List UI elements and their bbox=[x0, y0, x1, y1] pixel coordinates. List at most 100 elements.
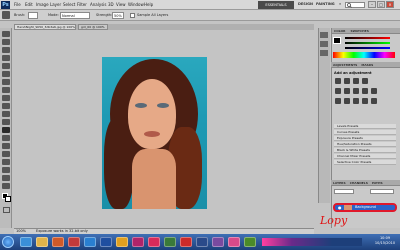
current-tool-icon[interactable] bbox=[2, 11, 10, 19]
workspace-painting-button[interactable]: PAINTING bbox=[316, 2, 335, 6]
preset-channel-mixer[interactable]: Channel Mixer Presets bbox=[334, 154, 396, 159]
blue-slider[interactable] bbox=[345, 47, 390, 49]
curves-icon[interactable] bbox=[353, 78, 359, 84]
close-button[interactable]: × bbox=[386, 1, 394, 8]
preset-selective-color[interactable]: Selective Color Presets bbox=[334, 160, 396, 165]
premiere-taskbar-icon[interactable] bbox=[212, 237, 224, 247]
preset-levels[interactable]: Levels Presets bbox=[334, 124, 396, 129]
workspace-design-button[interactable]: DESIGN bbox=[298, 2, 313, 6]
layer-row-background[interactable]: ● Background bbox=[333, 203, 397, 212]
opacity-field[interactable] bbox=[370, 189, 394, 194]
clone-stamp-tool-icon[interactable] bbox=[2, 95, 10, 101]
eraser-tool-icon[interactable] bbox=[2, 111, 10, 117]
app3-taskbar-icon[interactable] bbox=[244, 237, 256, 247]
word-taskbar-icon[interactable] bbox=[84, 237, 96, 247]
marquee-tool-icon[interactable] bbox=[2, 39, 10, 45]
sample-all-checkbox[interactable] bbox=[130, 13, 135, 18]
opera-taskbar-icon[interactable] bbox=[68, 237, 80, 247]
lasso-tool-icon[interactable] bbox=[2, 47, 10, 53]
menu-image[interactable]: Image bbox=[36, 2, 49, 7]
start-button[interactable] bbox=[2, 236, 14, 248]
menu-layer[interactable]: Layer bbox=[50, 2, 61, 7]
menu-help[interactable]: Help bbox=[144, 2, 153, 7]
maximize-button[interactable]: □ bbox=[377, 1, 385, 8]
app-taskbar-icon[interactable] bbox=[116, 237, 128, 247]
color-fg-swatch[interactable] bbox=[333, 37, 341, 44]
doc-tab-second[interactable]: girl_00 @ 100% bbox=[78, 24, 108, 30]
color-ramp[interactable] bbox=[333, 52, 395, 58]
hand-tool-icon[interactable] bbox=[2, 175, 10, 181]
selective-color-icon[interactable] bbox=[371, 98, 377, 104]
color-balance-icon[interactable] bbox=[353, 88, 359, 94]
search-field[interactable] bbox=[345, 2, 365, 8]
eye-visibility-icon[interactable]: ● bbox=[338, 205, 342, 210]
canvas-photo[interactable] bbox=[102, 57, 207, 209]
preset-exposure[interactable]: Exposure Presets bbox=[334, 136, 396, 141]
taskbar-clock[interactable]: 10:09 10/15/2010 bbox=[372, 236, 398, 248]
type-tool-icon[interactable] bbox=[2, 143, 10, 149]
menu-file[interactable]: File bbox=[14, 2, 21, 7]
tab-color[interactable]: COLOR bbox=[334, 29, 345, 33]
quick-mask-icon[interactable] bbox=[3, 207, 10, 213]
zoom-tool-icon[interactable] bbox=[2, 183, 10, 189]
menu-edit[interactable]: Edit bbox=[25, 2, 33, 7]
workspace-more-button[interactable]: » bbox=[339, 2, 341, 6]
black-white-icon[interactable] bbox=[362, 88, 368, 94]
menu-analysis[interactable]: Analysis bbox=[90, 2, 106, 7]
acrobat-taskbar-icon[interactable] bbox=[180, 237, 192, 247]
preset-curves[interactable]: Curves Presets bbox=[334, 130, 396, 135]
tab-adjustments[interactable]: ADJUSTMENTS bbox=[333, 63, 357, 67]
invert-icon[interactable] bbox=[335, 98, 341, 104]
bridge-taskbar-icon[interactable] bbox=[196, 237, 208, 247]
pen-tool-icon[interactable] bbox=[2, 135, 10, 141]
shape-tool-icon[interactable] bbox=[2, 159, 10, 165]
workspace-essentials-button[interactable]: ESSENTIALS bbox=[258, 1, 294, 9]
explorer-taskbar-icon[interactable] bbox=[36, 237, 48, 247]
preset-black-white[interactable]: Black & White Presets bbox=[334, 148, 396, 153]
brightness-icon[interactable] bbox=[335, 78, 341, 84]
doc-tab-active[interactable]: HarshNight_SK50_3db3a6.jpg @ 100% bbox=[14, 24, 76, 30]
threshold-icon[interactable] bbox=[353, 98, 359, 104]
healing-tool-icon[interactable] bbox=[2, 79, 10, 85]
menu-view[interactable]: View bbox=[116, 2, 126, 7]
background-color-swatch[interactable] bbox=[5, 196, 11, 202]
gradient-tool-icon[interactable] bbox=[2, 119, 10, 125]
tab-paths[interactable]: PATHS bbox=[372, 181, 383, 185]
eyedropper-tool-icon[interactable] bbox=[2, 71, 10, 77]
menu-3d[interactable]: 3D bbox=[108, 2, 114, 7]
history-panel-icon[interactable] bbox=[320, 32, 328, 38]
dreamweaver-taskbar-icon[interactable] bbox=[164, 237, 176, 247]
flash-taskbar-icon[interactable] bbox=[148, 237, 160, 247]
gradient-map-icon[interactable] bbox=[362, 98, 368, 104]
green-slider[interactable] bbox=[345, 42, 390, 44]
tab-swatches[interactable]: SWATCHES bbox=[350, 29, 368, 33]
strength-field[interactable]: 50% bbox=[112, 12, 124, 19]
photo-filter-icon[interactable] bbox=[371, 88, 377, 94]
sponge-tool-icon[interactable] bbox=[2, 127, 10, 133]
photoshop-taskbar-icon[interactable] bbox=[100, 237, 112, 247]
levels-icon[interactable] bbox=[344, 78, 350, 84]
path-select-tool-icon[interactable] bbox=[2, 151, 10, 157]
hue-saturation-icon[interactable] bbox=[344, 88, 350, 94]
menu-filter[interactable]: Filter bbox=[77, 2, 87, 7]
tab-masks[interactable]: MASKS bbox=[361, 63, 373, 67]
mode-select[interactable]: Normal bbox=[60, 12, 90, 19]
menu-select[interactable]: Select bbox=[63, 2, 75, 7]
red-slider[interactable] bbox=[345, 37, 390, 39]
exposure-icon[interactable] bbox=[362, 78, 368, 84]
brush-preset-picker[interactable] bbox=[28, 12, 38, 19]
quick-select-tool-icon[interactable] bbox=[2, 55, 10, 61]
ie-taskbar-icon[interactable] bbox=[20, 237, 32, 247]
indesign-taskbar-icon[interactable] bbox=[132, 237, 144, 247]
history-brush-tool-icon[interactable] bbox=[2, 103, 10, 109]
crop-tool-icon[interactable] bbox=[2, 63, 10, 69]
brush-tool-icon[interactable] bbox=[2, 87, 10, 93]
move-tool-icon[interactable] bbox=[2, 31, 10, 37]
tab-layers[interactable]: LAYERS bbox=[333, 181, 346, 185]
preset-hue-saturation[interactable]: Hue/Saturation Presets bbox=[334, 142, 396, 147]
posterize-icon[interactable] bbox=[344, 98, 350, 104]
minimize-button[interactable]: – bbox=[368, 1, 376, 8]
3d-rotate-tool-icon[interactable] bbox=[2, 167, 10, 173]
clone-source-panel-icon[interactable] bbox=[320, 50, 328, 56]
media-taskbar-icon[interactable] bbox=[52, 237, 64, 247]
